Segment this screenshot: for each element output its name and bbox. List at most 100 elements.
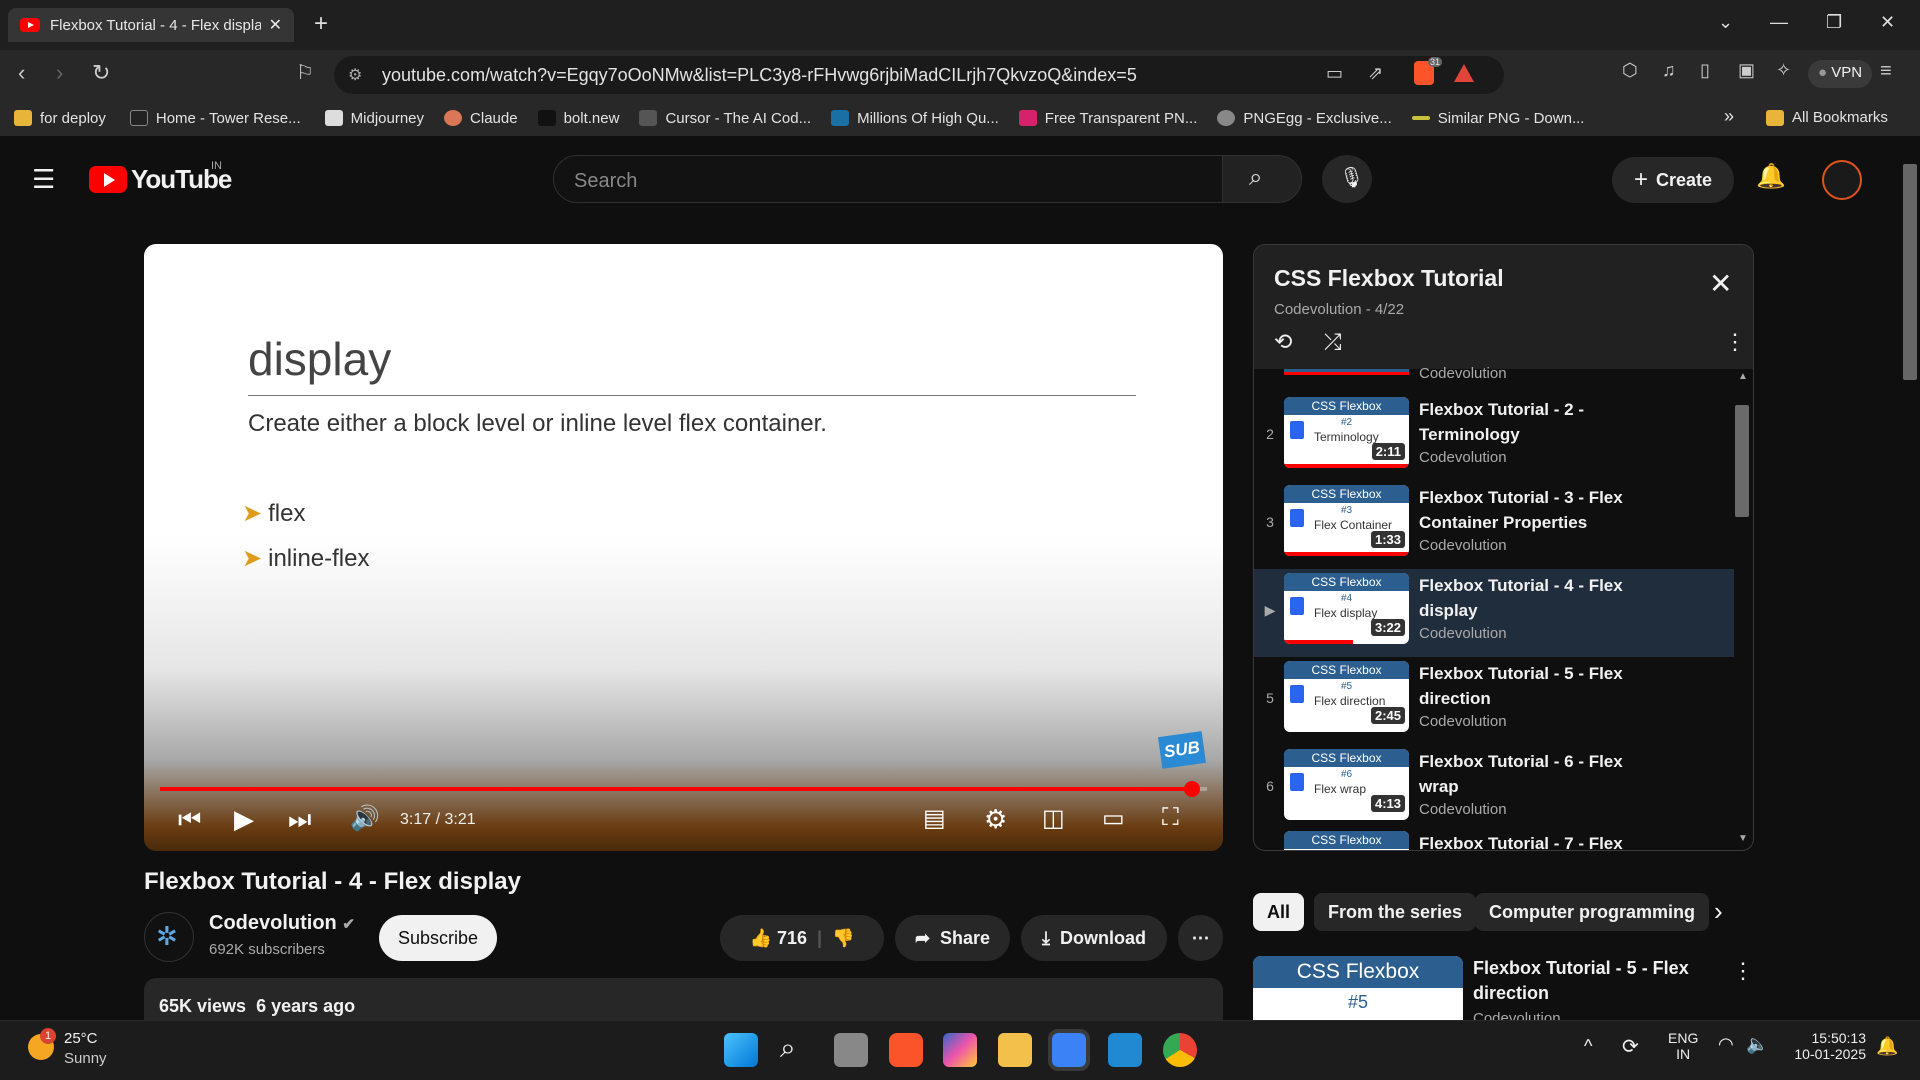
scroll-up-icon[interactable]: ▲ <box>1738 371 1748 382</box>
settings-icon[interactable]: ⚙ <box>984 804 1007 835</box>
wallet-icon[interactable]: ▣ <box>1738 60 1755 81</box>
task-view-icon[interactable] <box>834 1033 868 1067</box>
forward-icon[interactable]: › <box>56 60 63 86</box>
playlist-item[interactable]: 2 CSS Flexbox #2 Terminology 2:11 Flexbox Tut… <box>1254 393 1734 481</box>
playlist-scrollbar[interactable] <box>1735 405 1749 517</box>
notification-center-icon[interactable]: 🔔 <box>1876 1036 1898 1057</box>
next-icon[interactable]: ⏭ <box>288 804 311 836</box>
chip-computer-programming[interactable]: Computer programming <box>1475 893 1710 931</box>
playlist-item[interactable]: 6 CSS Flexbox #6 Flex wrap 4:13 Flexbox Tutor… <box>1254 745 1734 833</box>
media-icon[interactable]: ♫ <box>1662 60 1676 81</box>
scrubber-handle[interactable] <box>1184 781 1201 797</box>
playlist-title[interactable]: CSS Flexbox Tutorial <box>1274 265 1504 292</box>
chip-from-series[interactable]: From the series <box>1314 893 1477 931</box>
previous-icon[interactable]: ⏮ <box>178 804 201 836</box>
bookmark-item[interactable]: Cursor - The AI Cod... <box>639 110 811 127</box>
vscode-icon[interactable] <box>1108 1033 1142 1067</box>
copilot-icon[interactable] <box>943 1033 977 1067</box>
bookmark-item[interactable]: bolt.new <box>537 110 619 127</box>
search-input[interactable]: Search <box>553 155 1223 203</box>
playlist-item[interactable]: ▶ CSS Flexbox #4 Flex display 3:22 Flexbox Tu… <box>1254 569 1734 657</box>
channel-avatar[interactable]: ✲ <box>144 912 194 962</box>
browser-tab[interactable]: Flexbox Tutorial - 4 - Flex displa ✕ <box>8 8 294 42</box>
recommendation-menu-icon[interactable]: ⋮ <box>1732 958 1754 984</box>
bookmark-item[interactable]: Midjourney <box>324 110 424 127</box>
playlist-item[interactable]: CSS Flexbox Flexbox Tutorial - 7 - Flex f… <box>1254 827 1734 850</box>
shuffle-icon[interactable]: ⤮ <box>1324 329 1342 355</box>
share-button[interactable]: ➦ Share <box>895 915 1010 961</box>
notifications-icon[interactable]: 🔔 <box>1756 162 1786 191</box>
youtube-logo-icon[interactable] <box>89 166 127 193</box>
wifi-icon[interactable]: ◠ <box>1718 1034 1734 1055</box>
fullscreen-icon[interactable]: ⛶ <box>1162 804 1179 832</box>
recommendation-title[interactable]: Flexbox Tutorial - 5 - Flex direction <box>1473 956 1693 1006</box>
recommendation-thumbnail[interactable]: CSS Flexbox #5 <box>1253 956 1463 1020</box>
playlist-item[interactable]: 3 CSS Flexbox #3 Flex Container 1:33 Flexbox … <box>1254 481 1734 569</box>
new-tab-icon[interactable]: + <box>314 10 328 38</box>
leo-ai-icon[interactable]: ✧ <box>1776 60 1791 81</box>
channel-name[interactable]: Codevolution ✔ <box>209 912 355 935</box>
search-button[interactable]: ⌕ <box>1222 155 1302 203</box>
speaker-icon[interactable]: 🔈 <box>1746 1034 1768 1055</box>
voice-search-button[interactable]: 🎙 <box>1322 155 1372 203</box>
sync-icon[interactable]: ⟳ <box>1622 1034 1639 1059</box>
video-player[interactable]: display Create either a block level or i… <box>144 244 1223 851</box>
brave-taskbar-icon[interactable] <box>889 1033 923 1067</box>
windows-start-icon[interactable] <box>724 1033 758 1067</box>
minimize-icon[interactable]: — <box>1770 12 1788 33</box>
clock[interactable]: 15:50:13 10-01-2025 <box>1786 1030 1866 1062</box>
sidebar-icon[interactable]: ▯ <box>1700 60 1710 81</box>
chip-all[interactable]: All <box>1253 893 1305 931</box>
taskbar-search-icon[interactable]: ⌕ <box>780 1032 796 1065</box>
playlist-menu-icon[interactable]: ⋮ <box>1724 329 1746 355</box>
chrome-icon[interactable] <box>1163 1033 1197 1067</box>
bookmark-item[interactable]: Millions Of High Qu... <box>831 110 999 127</box>
more-actions-button[interactable]: ⋯ <box>1178 915 1223 961</box>
brave-rewards-icon[interactable] <box>1454 64 1474 82</box>
extensions-icon[interactable]: ⬡ <box>1622 60 1638 81</box>
notepad-icon[interactable] <box>1048 1029 1090 1071</box>
miniplayer-icon[interactable]: ◫ <box>1042 804 1065 833</box>
language-indicator[interactable]: ENG IN <box>1668 1030 1698 1062</box>
loop-icon[interactable]: ⟲ <box>1274 329 1292 355</box>
progress-bar[interactable] <box>160 787 1207 791</box>
bookmark-item[interactable]: for deploy <box>14 110 106 127</box>
tab-search-icon[interactable]: ⌄ <box>1718 12 1733 33</box>
avatar[interactable] <box>1822 160 1862 200</box>
bookmark-item[interactable]: Similar PNG - Down... <box>1411 110 1584 127</box>
tray-chevron-icon[interactable]: ^ <box>1584 1036 1592 1057</box>
create-button[interactable]: + Create <box>1612 157 1734 203</box>
subscribe-watermark[interactable]: SUB <box>1157 731 1207 769</box>
bookmark-item[interactable]: Home - Tower Rese... <box>129 110 301 127</box>
reload-icon[interactable]: ↻ <box>92 60 110 86</box>
bookmark-item[interactable]: PNGEgg - Exclusive... <box>1217 110 1392 127</box>
menu-icon[interactable]: ≡ <box>1880 60 1892 83</box>
subscribe-button[interactable]: Subscribe <box>379 915 497 961</box>
vpn-button[interactable]: ● VPN <box>1808 60 1873 88</box>
playlist-item[interactable]: 5 CSS Flexbox #5 Flex direction 2:45 Flexbox … <box>1254 657 1734 745</box>
dislike-button[interactable]: 👎 <box>832 928 854 949</box>
volume-icon[interactable]: 🔊 <box>350 804 380 833</box>
bookmark-item[interactable]: Free Transparent PN... <box>1018 110 1197 127</box>
page-scrollbar[interactable] <box>1900 150 1920 1020</box>
play-icon[interactable]: ▶ <box>234 804 254 835</box>
subtitles-icon[interactable]: ▤ <box>923 804 946 833</box>
url-bar[interactable]: ⚙ youtube.com/watch?v=Egqy7oOoNMw&list=P… <box>334 56 1504 94</box>
page-scroll-thumb[interactable] <box>1903 164 1917 380</box>
back-icon[interactable]: ‹ <box>18 60 25 86</box>
bookmark-icon[interactable]: ⚐ <box>296 60 314 85</box>
chips-next-icon[interactable]: › <box>1714 896 1723 927</box>
site-settings-icon[interactable]: ⚙ <box>348 65 362 85</box>
more-bookmarks-icon[interactable]: » <box>1724 106 1734 127</box>
restore-icon[interactable]: ❐ <box>1826 12 1842 33</box>
close-playlist-icon[interactable]: ✕ <box>1709 267 1732 300</box>
hamburger-menu-icon[interactable]: ☰ <box>32 164 55 195</box>
close-window-icon[interactable]: ✕ <box>1880 12 1895 33</box>
close-tab-icon[interactable]: ✕ <box>269 15 282 35</box>
all-bookmarks[interactable]: All Bookmarks <box>1766 109 1888 126</box>
download-button[interactable]: ⤓ Download <box>1021 915 1167 961</box>
file-explorer-icon[interactable] <box>998 1033 1032 1067</box>
like-button[interactable]: 👍 716 <box>750 928 807 949</box>
bookmark-item[interactable]: Claude <box>444 110 518 127</box>
cast-icon[interactable]: ▭ <box>1326 63 1343 84</box>
